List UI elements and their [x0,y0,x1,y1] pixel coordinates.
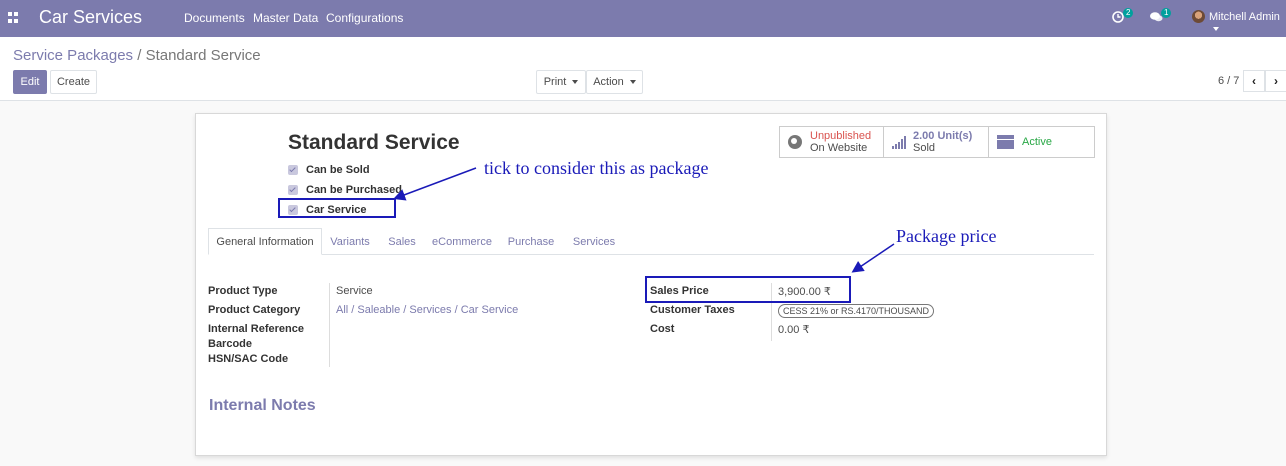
customer-taxes-label: Customer Taxes [650,304,735,316]
tab-purchase[interactable]: Purchase [506,228,556,255]
barcode-label: Barcode [208,338,253,350]
tab-services[interactable]: Services [570,228,618,255]
chevron-left-icon: ‹ [1252,74,1256,88]
package-price-annotation: Package price [896,226,997,246]
user-avatar[interactable] [1192,10,1205,23]
print-label: Print [543,76,567,88]
menu-configurations[interactable]: Configurations [326,11,403,25]
menu-documents[interactable]: Documents [184,11,245,25]
menu-master-data[interactable]: Master Data [253,11,318,25]
website-status-sub: On Website [810,142,868,154]
action-dropdown[interactable]: Action [586,70,643,94]
product-category-value[interactable]: All / Saleable / Services / Car Service [336,304,518,316]
pager-next-button[interactable]: › [1265,70,1286,92]
hsn-sac-code-label: HSN/SAC Code [208,353,289,365]
chevron-right-icon: › [1274,74,1278,88]
sold-quantity: 2.00 Unit(s) [913,130,973,142]
edit-button[interactable]: Edit [13,70,47,94]
user-name: Mitchell Admin [1209,11,1280,23]
sales-price-highlight-box [645,276,851,303]
archive-icon [997,135,1014,149]
product-type-label: Product Type [208,285,278,297]
can-be-sold-label: Can be Sold [306,164,370,176]
tab-general-information[interactable]: General Information [208,228,322,255]
tab-variants[interactable]: Variants [326,228,374,255]
breadcrumb: Service Packages / Standard Service [13,47,261,64]
can-be-purchased-label: Can be Purchased [306,184,402,196]
active-toggle-button[interactable]: Active [989,127,1094,157]
print-dropdown[interactable]: Print [536,70,586,94]
caret-down-icon [629,80,636,84]
breadcrumb-separator: / [133,47,146,64]
customer-tax-tag[interactable]: CESS 21% or RS.4170/THOUSAND [778,304,935,318]
website-status: Unpublished [810,130,872,142]
smart-buttons: Unpublished On Website 2.00 Unit(s) Sold… [779,126,1095,158]
product-type-value[interactable]: Service [336,285,373,297]
tab-sales[interactable]: Sales [384,228,420,255]
breadcrumb-current: Standard Service [145,47,261,64]
product-name[interactable]: Standard Service [288,131,460,155]
can-be-purchased-checkbox[interactable] [288,185,298,195]
pager-previous-button[interactable]: ‹ [1243,70,1265,92]
sold-label: Sold [913,142,936,154]
product-category-label: Product Category [208,304,301,316]
globe-icon [788,135,802,149]
can-be-sold-checkbox[interactable] [288,165,298,175]
sold-button[interactable]: 2.00 Unit(s) Sold [884,127,989,157]
create-button[interactable]: Create [50,70,97,94]
bar-chart-icon [892,135,907,149]
internal-notes-heading: Internal Notes [209,397,316,414]
tab-ecommerce[interactable]: eCommerce [430,228,494,255]
caret-down-icon [1213,27,1219,32]
car-service-highlight-box [278,198,396,218]
package-tick-annotation: tick to consider this as package [484,158,709,178]
can-be-purchased-row: Can be Purchased [288,184,402,196]
action-label: Action [593,76,624,88]
website-status-button[interactable]: Unpublished On Website [780,127,884,157]
can-be-sold-row: Can be Sold [288,164,370,176]
cost-label: Cost [650,323,675,335]
pager-value[interactable]: 6 / 7 [1218,75,1239,87]
cost-value[interactable]: 0.00 ₹ [778,323,809,336]
field-divider [329,283,330,367]
active-label: Active [1022,136,1052,148]
apps-menu-icon[interactable] [8,12,19,23]
activity-count-badge: 2 [1123,8,1134,18]
top-navbar: Car Services Documents Master Data Confi… [0,0,1286,37]
control-panel: Service Packages / Standard Service Edit… [0,37,1286,101]
breadcrumb-parent[interactable]: Service Packages [13,47,133,64]
user-menu[interactable]: Mitchell Admin [1209,11,1286,35]
internal-reference-label: Internal Reference [208,323,304,335]
app-title[interactable]: Car Services [39,7,142,28]
caret-down-icon [572,80,579,84]
message-count-badge: 1 [1161,8,1172,18]
